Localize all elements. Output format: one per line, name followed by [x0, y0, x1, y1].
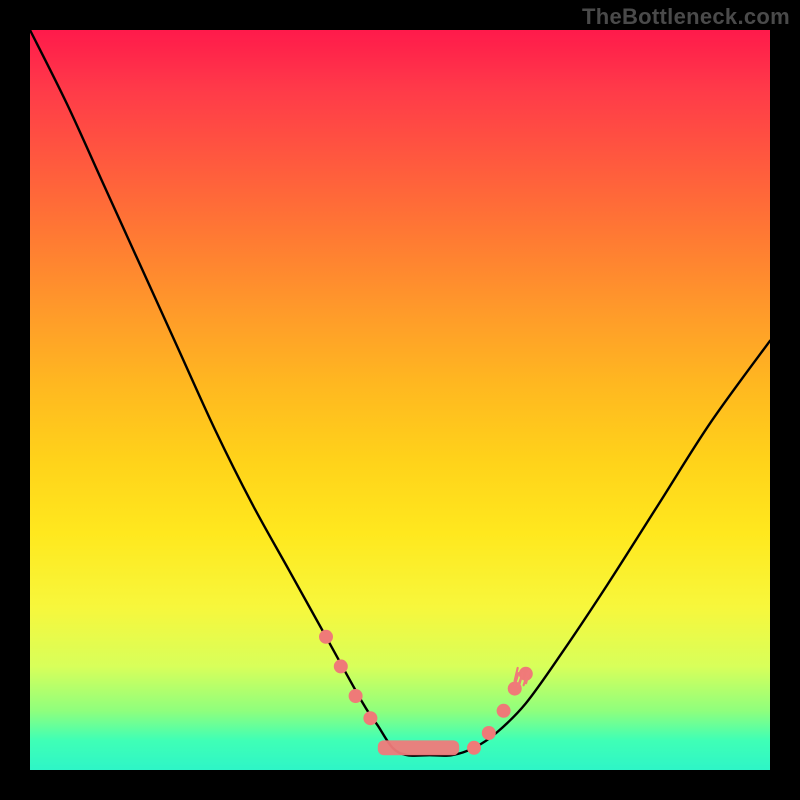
highlight-dots: [319, 630, 533, 755]
highlight-dot: [497, 704, 511, 718]
highlight-dot: [363, 711, 377, 725]
plateau-highlight: [378, 740, 459, 755]
highlight-dot: [334, 659, 348, 673]
highlight-dot: [467, 741, 481, 755]
highlight-dot: [349, 689, 363, 703]
bottleneck-curve-svg: [30, 30, 770, 770]
highlight-dot: [482, 726, 496, 740]
watermark-text: TheBottleneck.com: [582, 4, 790, 30]
highlight-dot: [319, 630, 333, 644]
plot-area: [30, 30, 770, 770]
bottleneck-curve-path: [30, 30, 770, 756]
chart-frame: TheBottleneck.com: [0, 0, 800, 800]
